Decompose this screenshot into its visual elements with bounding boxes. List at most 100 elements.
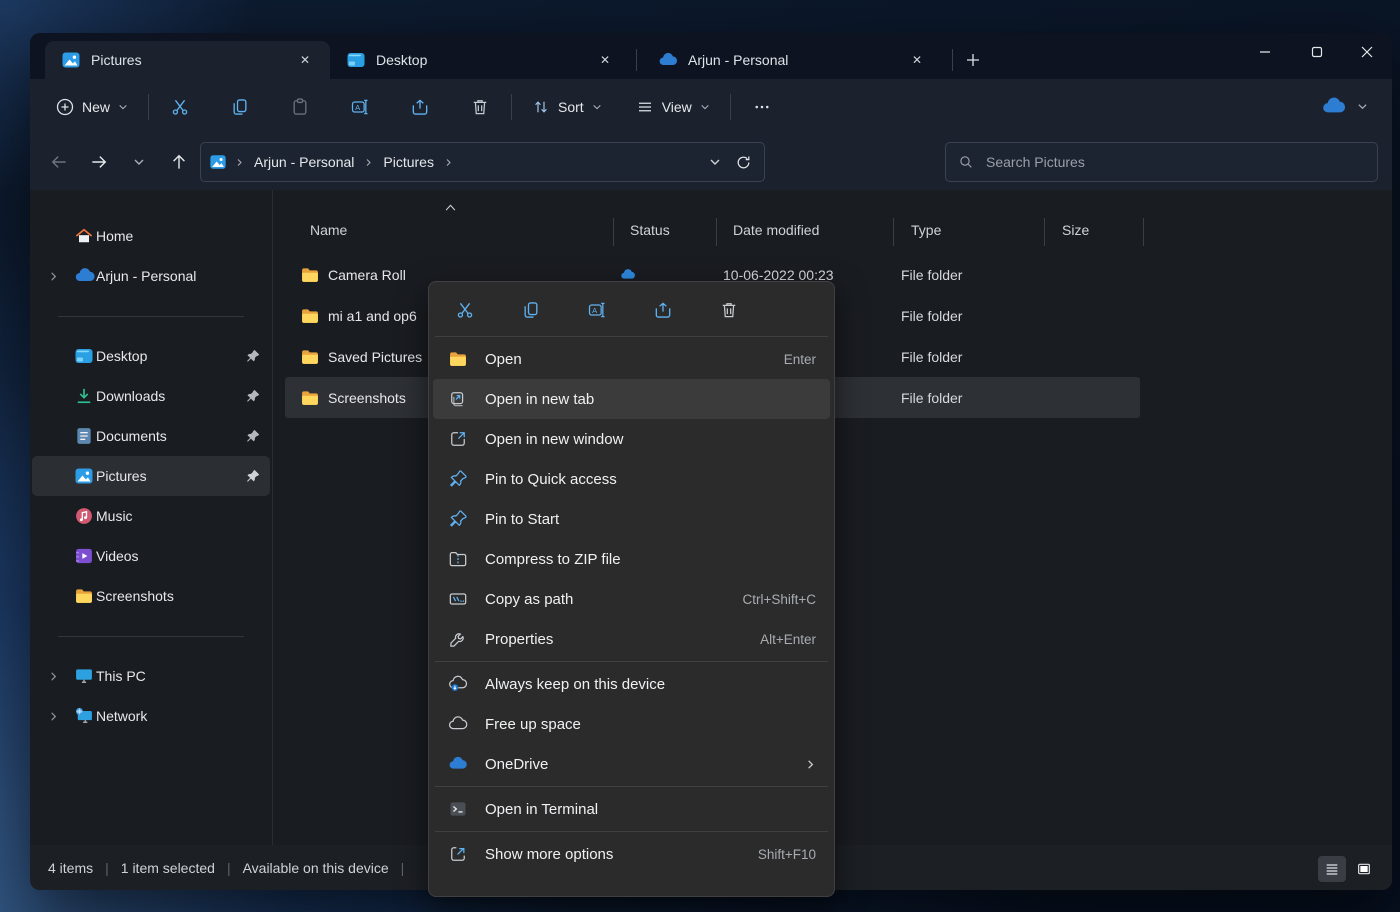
share-button[interactable] (399, 88, 441, 126)
sidebar-item-label: Network (96, 708, 147, 724)
refresh-icon[interactable] (735, 154, 752, 171)
forward-button[interactable] (82, 145, 116, 179)
new-button[interactable]: New (46, 88, 138, 126)
maximize-button[interactable] (1294, 35, 1340, 69)
sidebar-item-downloads[interactable]: Downloads (32, 376, 270, 416)
breadcrumb-pictures[interactable]: Pictures (377, 150, 440, 174)
rename-icon[interactable]: A (579, 292, 615, 328)
menu-item-pin-to-quick-access[interactable]: Pin to Quick access (433, 459, 830, 499)
thumbnail-view-button[interactable] (1350, 856, 1378, 882)
column-header-name[interactable]: Name (310, 222, 347, 238)
breadcrumb-onedrive[interactable]: Arjun - Personal (248, 150, 360, 174)
terminal-icon (447, 799, 469, 819)
cut-button[interactable] (159, 88, 201, 126)
plus-circle-icon (56, 98, 74, 116)
menu-item-show-more-options[interactable]: Show more options Shift+F10 (433, 834, 830, 874)
column-header-status[interactable]: Status (630, 222, 670, 238)
search-box[interactable] (945, 142, 1378, 182)
search-input[interactable] (986, 154, 1365, 170)
wrench-icon (447, 629, 469, 649)
sidebar-item-music[interactable]: Music (32, 496, 270, 536)
sidebar-item-label: Documents (96, 428, 167, 444)
back-button[interactable] (42, 145, 76, 179)
tab-close-icon[interactable]: ✕ (592, 47, 618, 73)
menu-item-properties[interactable]: Properties Alt+Enter (433, 619, 830, 659)
menu-item-open-in-new-window[interactable]: Open in new window (433, 419, 830, 459)
folder-icon (300, 265, 320, 285)
delete-button[interactable] (459, 88, 501, 126)
address-bar[interactable]: Arjun - Personal Pictures (200, 142, 765, 182)
tab-desktop[interactable]: Desktop ✕ (330, 41, 630, 79)
onedrive-cloud-icon (658, 50, 678, 70)
rename-button[interactable]: A (339, 88, 381, 126)
chevron-right-icon[interactable] (48, 671, 59, 682)
sidebar-item-pictures[interactable]: Pictures (32, 456, 270, 496)
sidebar-item-label: Home (96, 228, 133, 244)
chevron-down-icon[interactable] (1357, 101, 1368, 112)
sort-button-label: Sort (558, 99, 584, 115)
view-button[interactable]: View (626, 88, 720, 126)
recent-locations-chevron-icon[interactable] (122, 145, 156, 179)
delete-icon[interactable] (711, 292, 747, 328)
menu-item-label: Open in new window (485, 431, 623, 448)
details-view-button[interactable] (1318, 856, 1346, 882)
close-window-button[interactable] (1344, 35, 1390, 69)
column-divider[interactable] (1044, 218, 1045, 246)
tab-close-icon[interactable]: ✕ (292, 47, 318, 73)
chevron-right-icon[interactable] (360, 158, 377, 167)
show-more-options-icon (447, 844, 469, 864)
column-divider[interactable] (893, 218, 894, 246)
menu-item-copy-as-path[interactable]: Copy as path Ctrl+Shift+C (433, 579, 830, 619)
column-divider[interactable] (716, 218, 717, 246)
sidebar-item-home[interactable]: Home (32, 216, 270, 256)
chevron-right-icon[interactable] (440, 158, 457, 167)
menu-item-compress-to-zip[interactable]: Compress to ZIP file (433, 539, 830, 579)
downloads-icon (74, 386, 94, 406)
menu-item-onedrive[interactable]: OneDrive (433, 744, 830, 784)
copy-button[interactable] (219, 88, 261, 126)
column-divider[interactable] (613, 218, 614, 246)
column-divider[interactable] (1143, 218, 1144, 246)
minimize-button[interactable] (1242, 35, 1288, 69)
menu-item-open[interactable]: Open Enter (433, 339, 830, 379)
menu-item-pin-to-start[interactable]: Pin to Start (433, 499, 830, 539)
copy-icon[interactable] (513, 292, 549, 328)
address-dropdown-chevron-icon[interactable] (709, 156, 721, 168)
new-tab-button[interactable] (958, 47, 988, 73)
sidebar-item-videos[interactable]: Videos (32, 536, 270, 576)
column-header-type[interactable]: Type (911, 222, 941, 238)
up-button[interactable] (162, 145, 196, 179)
selection-count: 1 item selected (121, 860, 215, 876)
sidebar-item-onedrive[interactable]: Arjun - Personal (32, 256, 270, 296)
view-button-label: View (662, 99, 692, 115)
share-icon[interactable] (645, 292, 681, 328)
sidebar-divider (58, 636, 244, 637)
sidebar-item-desktop[interactable]: Desktop (32, 336, 270, 376)
column-header-size[interactable]: Size (1062, 222, 1089, 238)
onedrive-sync-icon[interactable] (1321, 94, 1347, 120)
chevron-right-icon[interactable] (48, 271, 59, 282)
tab-close-icon[interactable]: ✕ (904, 47, 930, 73)
tab-onedrive[interactable]: Arjun - Personal ✕ (642, 41, 942, 79)
menu-item-always-keep-on-device[interactable]: Always keep on this device (433, 664, 830, 704)
menu-item-open-in-new-tab[interactable]: Open in new tab (433, 379, 830, 419)
tab-pictures[interactable]: Pictures ✕ (45, 41, 330, 79)
toolbar-divider (511, 94, 512, 120)
sidebar-item-screenshots[interactable]: Screenshots (32, 576, 270, 616)
sidebar-item-documents[interactable]: Documents (32, 416, 270, 456)
column-header-date[interactable]: Date modified (733, 222, 819, 238)
pin-icon (245, 349, 260, 364)
menu-item-label: Open (485, 351, 522, 368)
sidebar-item-label: Music (96, 508, 133, 524)
cut-icon[interactable] (447, 292, 483, 328)
chevron-right-icon[interactable] (48, 711, 59, 722)
menu-item-free-up-space[interactable]: Free up space (433, 704, 830, 744)
zip-folder-icon (447, 549, 469, 569)
paste-button[interactable] (279, 88, 321, 126)
sidebar-item-network[interactable]: Network (32, 696, 270, 736)
menu-item-open-in-terminal[interactable]: Open in Terminal (433, 789, 830, 829)
see-more-button[interactable] (741, 88, 783, 126)
sidebar-item-this-pc[interactable]: This PC (32, 656, 270, 696)
sort-button[interactable]: Sort (522, 88, 612, 126)
onedrive-cloud-icon (74, 265, 96, 287)
